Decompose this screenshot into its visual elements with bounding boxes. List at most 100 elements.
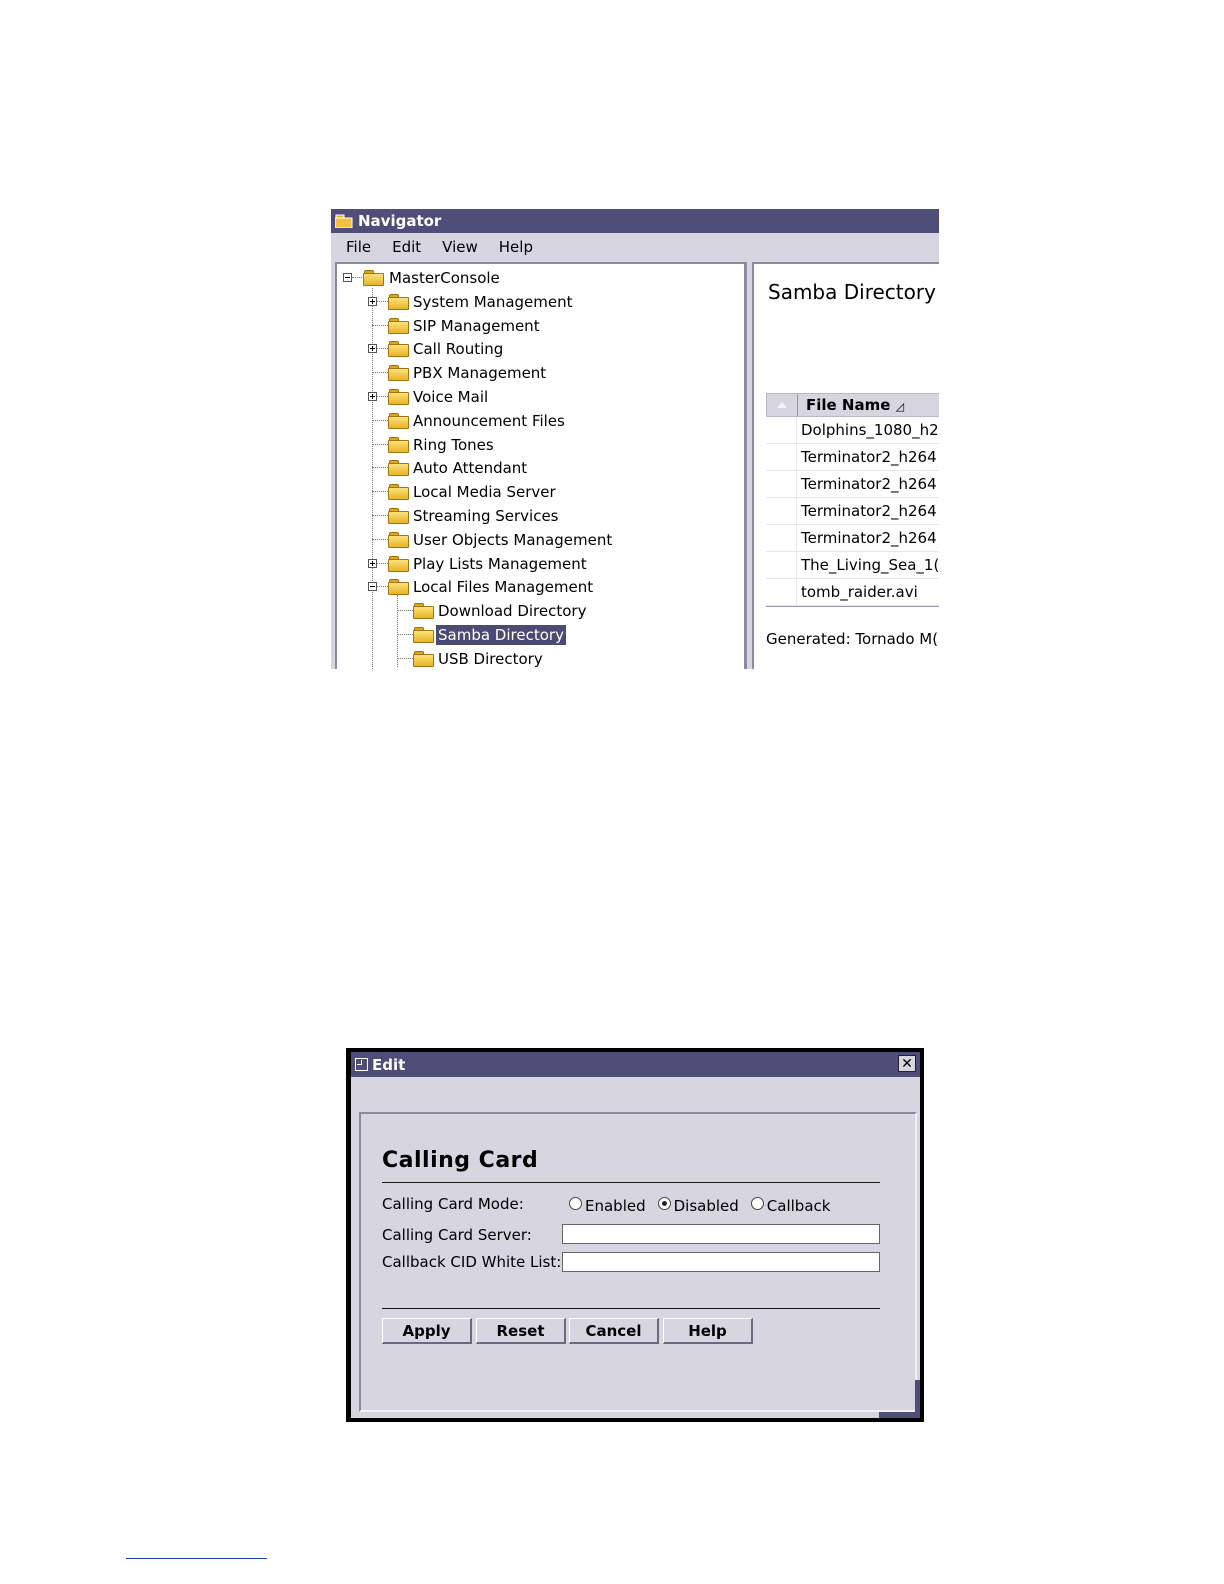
tree-item-system-management[interactable]: System Management	[411, 292, 575, 312]
table-row[interactable]: tomb_raider.avi	[766, 579, 939, 606]
folder-icon	[413, 650, 434, 667]
content-title: Samba Directory	[768, 280, 936, 304]
window-menu-icon[interactable]	[355, 1058, 368, 1071]
tree-pane: MasterConsole System Management SIP Manage…	[335, 262, 747, 669]
expand-icon[interactable]	[368, 558, 377, 568]
file-name-cell: Terminator2_h264	[801, 529, 937, 547]
tree-item-ring-tones[interactable]: Ring Tones	[411, 435, 496, 455]
menubar: File Edit View Help	[331, 233, 939, 261]
folder-icon	[388, 317, 409, 334]
file-name-cell: Terminator2_h264	[801, 448, 937, 466]
table-row[interactable]: The_Living_Sea_1(	[766, 552, 939, 579]
folder-icon	[388, 293, 409, 310]
sort-arrow-icon	[777, 402, 787, 408]
radio-disabled-label[interactable]: Disabled	[674, 1197, 739, 1215]
sort-column-button[interactable]	[767, 394, 798, 416]
file-name-cell: Terminator2_h264	[801, 475, 937, 493]
apply-button[interactable]: Apply	[382, 1318, 472, 1344]
edit-title: Edit	[372, 1055, 406, 1074]
edit-dialog: Edit ✕ Calling Card Calling Card Mode: E…	[346, 1048, 924, 1422]
file-name-cell: Dolphins_1080_h2	[801, 421, 939, 439]
menu-help[interactable]: Help	[499, 238, 533, 256]
calling-card-server-field[interactable]	[562, 1224, 880, 1244]
tree-item-download-directory[interactable]: Download Directory	[436, 601, 588, 621]
tree-item-pbx-management[interactable]: PBX Management	[411, 363, 548, 383]
expand-icon[interactable]	[368, 296, 377, 306]
folder-icon	[388, 460, 409, 477]
cancel-button[interactable]: Cancel	[569, 1318, 659, 1344]
scrollbar-edge-bottom	[879, 1412, 915, 1418]
tree-item-play-lists-management[interactable]: Play Lists Management	[411, 554, 589, 574]
folder-icon	[388, 484, 409, 501]
calling-card-server-label: Calling Card Server:	[382, 1226, 532, 1244]
folder-icon	[388, 365, 409, 382]
file-rows: Dolphins_1080_h2 Terminator2_h264 Terminat…	[766, 417, 939, 606]
root-collapse-icon[interactable]	[343, 273, 352, 282]
tree-item-user-objects-management[interactable]: User Objects Management	[411, 530, 614, 550]
navigator-titlebar[interactable]: Navigator	[331, 209, 939, 233]
folder-icon	[388, 555, 409, 572]
expand-icon[interactable]	[368, 392, 377, 401]
menu-edit[interactable]: Edit	[392, 238, 421, 256]
table-row[interactable]: Terminator2_h264	[766, 498, 939, 525]
radio-callback[interactable]	[750, 1196, 764, 1210]
buttons-divider	[382, 1308, 880, 1309]
tree-item-samba-directory[interactable]: Samba Directory	[436, 625, 566, 645]
scrollbar-edge	[915, 1380, 920, 1418]
footnote-rule	[126, 1558, 267, 1559]
radio-enabled-label[interactable]: Enabled	[585, 1197, 646, 1215]
folder-icon	[388, 412, 409, 429]
file-name-cell: tomb_raider.avi	[801, 583, 918, 601]
navigator-icon	[334, 214, 353, 229]
table-row[interactable]: Terminator2_h264	[766, 525, 939, 552]
folder-icon	[388, 579, 409, 596]
folder-icon	[413, 603, 434, 620]
folder-icon	[388, 531, 409, 548]
expand-icon[interactable]	[368, 344, 377, 354]
menu-view[interactable]: View	[442, 238, 478, 256]
content-pane: Samba Directory File Name ◿ Dolphins_108…	[752, 262, 939, 669]
folder-icon	[413, 627, 434, 643]
radio-callback-label[interactable]: Callback	[767, 1197, 831, 1215]
callback-whitelist-field[interactable]	[562, 1252, 880, 1272]
table-row[interactable]: Terminator2_h264	[766, 444, 939, 471]
sort-ascending-icon: ◿	[895, 400, 905, 413]
folder-icon	[388, 389, 409, 405]
edit-dialog-body: Edit ✕ Calling Card Calling Card Mode: E…	[351, 1052, 920, 1418]
menu-file[interactable]: File	[346, 238, 371, 256]
generated-footer: Generated: Tornado M(	[766, 630, 939, 648]
tree-item-local-files-management[interactable]: Local Files Management	[411, 577, 595, 597]
table-row[interactable]: Terminator2_h264	[766, 471, 939, 498]
tree-item-usb-directory[interactable]: USB Directory	[436, 649, 545, 669]
heading-divider	[382, 1182, 880, 1183]
navigator-window: Navigator File Edit View Help MasterCons…	[331, 209, 939, 669]
calling-card-mode-label: Calling Card Mode:	[382, 1195, 524, 1213]
calling-card-mode-radios: Enabled Disabled Callback	[569, 1196, 842, 1215]
tree-item-announcement-files[interactable]: Announcement Files	[411, 411, 567, 431]
column-header-file-name[interactable]: File Name ◿	[798, 396, 904, 414]
file-name-cell: Terminator2_h264	[801, 502, 937, 520]
help-button[interactable]: Help	[663, 1318, 753, 1344]
reset-button[interactable]: Reset	[476, 1318, 566, 1344]
radio-enabled[interactable]	[569, 1196, 582, 1210]
tree-item-auto-attendant[interactable]: Auto Attendant	[411, 458, 529, 478]
collapse-icon[interactable]	[368, 582, 377, 592]
callback-whitelist-label: Callback CID White List:	[382, 1253, 562, 1271]
file-name-cell: The_Living_Sea_1(	[801, 556, 939, 574]
folder-icon	[388, 436, 409, 453]
tree-item-call-routing[interactable]: Call Routing	[411, 339, 505, 359]
tree-item-streaming-services[interactable]: Streaming Services	[411, 506, 561, 526]
file-table: File Name ◿ Dolphins_1080_h2 Terminator2_…	[766, 393, 939, 607]
tree-item-local-media-server[interactable]: Local Media Server	[411, 482, 558, 502]
navigator-title: Navigator	[358, 212, 442, 230]
table-row[interactable]: Dolphins_1080_h2	[766, 417, 939, 444]
tree-item-sip-management[interactable]: SIP Management	[411, 316, 542, 336]
calling-card-heading: Calling Card	[382, 1148, 539, 1173]
table-header: File Name ◿	[766, 393, 939, 417]
edit-titlebar[interactable]: Edit ✕	[351, 1052, 920, 1077]
folder-icon	[388, 341, 409, 358]
tree-item-voice-mail[interactable]: Voice Mail	[411, 387, 490, 407]
radio-disabled[interactable]	[657, 1196, 671, 1210]
close-button[interactable]: ✕	[898, 1055, 916, 1072]
tree-item-masterconsole[interactable]: MasterConsole	[387, 268, 502, 288]
